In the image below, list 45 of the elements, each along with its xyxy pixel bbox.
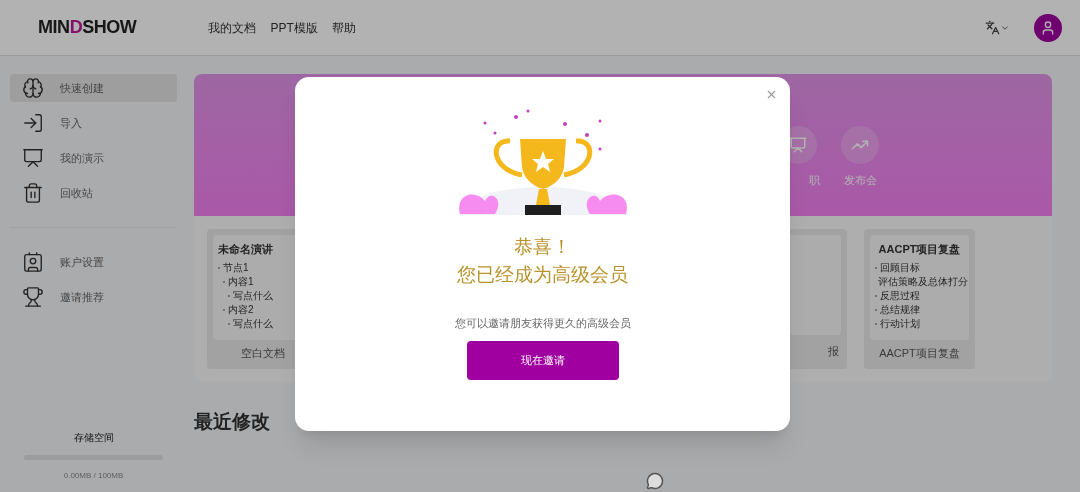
import-icon [22,112,44,134]
template-label: AACPT项目复盘 [878,345,961,361]
sidebar-item[interactable]: 导入 [10,109,177,137]
section-title: 最近修改 [194,410,271,434]
outline-text: 反思过程 [880,289,920,302]
template-title: AACPT项目复盘 [877,242,962,257]
outline-text: 写点什么 [233,317,273,330]
nav-link[interactable]: PPT模版 [270,18,318,37]
trophy-icon [22,286,44,308]
id-card-icon [22,251,44,273]
template-card[interactable]: AACPT项目复盘 回顾目标 评估策略及总体打分 反思过程 总结规律 行动计划 AACPT项目复盘 [864,229,975,369]
sidebar-item[interactable]: 邀请推荐 [10,283,177,311]
template-label: 空白文档 [239,345,286,361]
avatar[interactable] [1034,13,1062,42]
sidebar-item[interactable]: 我的演示 [10,144,177,172]
chat-icon[interactable] [646,472,664,490]
trash-icon [22,182,44,204]
invite-button[interactable]: 现在邀请 [466,340,619,380]
outline-text: 评估策略及总体打分 [878,275,968,288]
translate-icon [985,20,1000,35]
category-label: 发布会 [843,172,877,188]
sidebar-item[interactable]: 回收站 [10,179,177,207]
outline-text: 节点1 [223,261,249,274]
template-title: 未命名演讲 [218,242,274,257]
dialog-message: 您可以邀请朋友获得更久的高级会员 [454,316,631,331]
close-icon[interactable] [765,88,778,101]
outline-text: 行动计划 [880,317,920,330]
presentation-icon [22,147,44,169]
nav-link[interactable]: 我的文档 [208,18,257,37]
storage-reading: 0.00MB / 100MB [63,470,124,482]
user-icon [1040,19,1056,36]
language-button[interactable] [985,20,1010,35]
storage-title: 存储空间 [73,431,114,445]
outline-text: 内容1 [228,275,254,288]
category-label: 职 [809,172,821,188]
logo[interactable]: MINDSHOW [38,14,137,41]
template-label: 报 [828,343,839,359]
outline-text: 回顾目标 [880,261,920,274]
outline-text: 内容2 [228,303,254,316]
sidebar-item[interactable]: 快速创建 [10,74,177,102]
outline-text: 总结规律 [880,303,920,316]
dialog-title: 恭喜！ 您已经成为高级会员 [457,235,628,287]
sidebar-item[interactable]: 账户设置 [10,248,177,276]
outline-text: 写点什么 [233,289,273,302]
nav-link[interactable]: 帮助 [331,18,356,37]
